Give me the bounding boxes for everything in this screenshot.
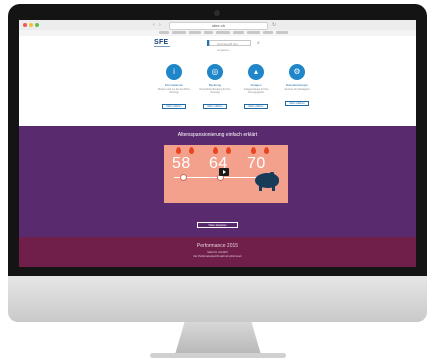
piggy-bank-ear xyxy=(270,172,274,176)
info-icon[interactable]: i xyxy=(166,64,182,80)
globe-icon[interactable]: ◎ xyxy=(207,64,223,80)
service-text: Wissen rund um die berufliche Vorsorge xyxy=(157,88,191,94)
logo-underline xyxy=(154,46,170,47)
service-card-dienstleistungen: ⚙ Dienstleistungen Services für Arbeitge… xyxy=(277,64,317,109)
flame-icon xyxy=(264,147,269,154)
timeline-dot xyxy=(180,174,187,181)
service-card-informationen: i Informationen Wissen rund um die beruf… xyxy=(154,64,194,112)
screen: ‹ › sfee.ch ↻ SFE Suchbegriff hier einge… xyxy=(19,20,416,267)
video-player[interactable]: 58 64 70 xyxy=(164,145,288,203)
maximize-window-icon[interactable] xyxy=(35,23,39,27)
monitor-bezel: ‹ › sfee.ch ↻ SFE Suchbegriff hier einge… xyxy=(8,4,427,276)
performance-section: Performance 2015 Stand 31. Juli 2015 Der… xyxy=(19,237,416,267)
service-text: Persönliche Beratung für Ihre Vorsorge xyxy=(199,88,231,94)
minimize-window-icon[interactable] xyxy=(29,23,33,27)
age-number: 58 xyxy=(172,155,191,172)
flame-icon xyxy=(226,147,231,154)
address-bar[interactable]: sfee.ch xyxy=(169,22,268,30)
bookmark-item[interactable] xyxy=(159,31,169,34)
gear-icon[interactable]: ⚙ xyxy=(289,64,305,80)
bookmark-item[interactable] xyxy=(189,31,201,34)
service-card-beratung: ◎ Beratung Persönliche Beratung für Ihre… xyxy=(195,64,235,112)
camera-icon xyxy=(214,10,220,16)
chart-icon[interactable]: ▴ xyxy=(248,64,264,80)
service-button[interactable]: Mehr erfahren xyxy=(244,104,268,109)
bookmark-item[interactable] xyxy=(247,31,260,34)
reload-icon[interactable]: ↻ xyxy=(272,22,276,28)
service-title: Anlagen xyxy=(250,83,262,87)
monitor-stand-base xyxy=(150,353,286,358)
bookmark-item[interactable] xyxy=(216,31,230,34)
search-input[interactable]: Suchbegriff hier eingeben xyxy=(209,40,251,52)
service-card-anlagen: ▴ Anlagen Anlagestrategie für Ihre Vorso… xyxy=(236,64,276,112)
piggy-bank-leg xyxy=(272,186,275,191)
flame-icon xyxy=(251,147,256,154)
forward-icon[interactable]: › xyxy=(159,22,161,28)
video-section-title: Altersspansionierung einfach erklärt xyxy=(177,132,258,138)
bookmark-item[interactable] xyxy=(204,31,213,34)
search-icon[interactable]: ⌕ xyxy=(257,40,260,46)
play-video-button[interactable]: Video abspielen xyxy=(197,222,238,228)
piggy-bank-leg xyxy=(259,186,262,191)
performance-title[interactable]: Performance 2015 xyxy=(19,243,416,249)
service-title: Informationen xyxy=(164,83,184,87)
monitor-chin xyxy=(8,276,427,322)
site-header: SFE Suchbegriff hier eingeben ⌕ xyxy=(19,36,416,52)
performance-text: Der Performancebericht steht ab sofort b… xyxy=(193,255,242,258)
back-icon[interactable]: ‹ xyxy=(153,22,155,28)
bookmark-item[interactable] xyxy=(233,31,244,34)
imac-monitor: ‹ › sfee.ch ↻ SFE Suchbegriff hier einge… xyxy=(8,4,427,358)
bookmark-item[interactable] xyxy=(276,31,288,34)
age-number: 70 xyxy=(247,155,266,172)
services-section: i Informationen Wissen rund um die beruf… xyxy=(19,52,416,124)
service-text: Anlagestrategie für Ihre Vorsorgegelder xyxy=(243,88,269,94)
flame-icon xyxy=(189,147,194,154)
site-logo[interactable]: SFE xyxy=(154,39,169,46)
service-title: Beratung xyxy=(208,83,222,87)
flame-icon xyxy=(213,147,218,154)
service-button[interactable]: Mehr erfahren xyxy=(285,101,309,106)
service-title: Dienstleistungen xyxy=(285,83,309,87)
performance-date: Stand 31. Juli 2015 xyxy=(207,251,228,254)
service-button[interactable]: Mehr erfahren xyxy=(203,104,227,109)
video-section: Altersspansionierung einfach erklärt 58 … xyxy=(19,126,416,237)
flame-icon xyxy=(176,147,181,154)
play-icon[interactable] xyxy=(219,168,229,176)
close-window-icon[interactable] xyxy=(23,23,27,27)
bookmark-item[interactable] xyxy=(172,31,186,34)
service-button[interactable]: Mehr erfahren xyxy=(162,104,186,109)
bookmark-item[interactable] xyxy=(263,31,273,34)
service-text: Services für Arbeitgeber xyxy=(284,88,310,91)
